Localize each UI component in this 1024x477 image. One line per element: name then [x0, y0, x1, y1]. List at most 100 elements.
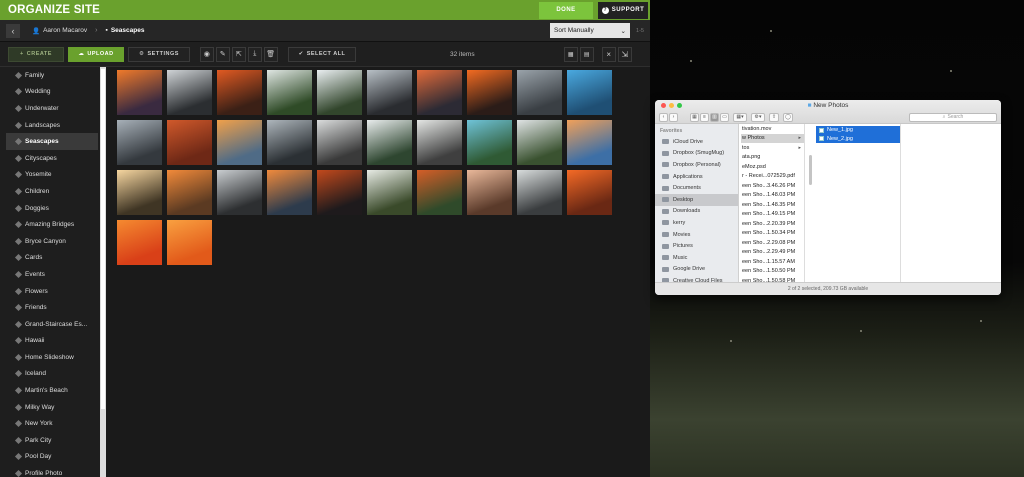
done-button[interactable]: DONE	[539, 1, 593, 19]
sidebar-item[interactable]: Bryce Canyon	[0, 233, 98, 250]
share-button[interactable]: ⇱	[232, 46, 246, 62]
file-item[interactable]: tivation.mov	[741, 124, 804, 134]
file-item[interactable]: ata.png	[741, 153, 804, 163]
photo-thumbnail[interactable]	[367, 70, 412, 115]
photo-thumbnail[interactable]	[467, 70, 512, 115]
photo-thumbnail[interactable]	[367, 170, 412, 215]
close-button[interactable]: ×	[602, 46, 616, 62]
sidebar-item[interactable]: Milky Way	[0, 399, 98, 416]
sidebar-item[interactable]: Friends	[0, 299, 98, 316]
file-item[interactable]: eMoz.psd	[741, 162, 804, 172]
photo-thumbnail[interactable]	[317, 120, 362, 165]
select-all-button[interactable]: ✔ SELECT ALL	[288, 46, 356, 62]
photo-thumbnail[interactable]	[417, 120, 462, 165]
finder-sidebar-item[interactable]: Movies	[655, 229, 738, 241]
upload-button[interactable]: ☁ UPLOAD	[68, 46, 124, 62]
sidebar-item[interactable]: Seascapes	[6, 133, 98, 150]
finder-sidebar-item[interactable]: kerry	[655, 217, 738, 229]
photo-thumbnail[interactable]	[267, 70, 312, 115]
file-item[interactable]: een Sho...2.29.08 PM	[741, 238, 804, 248]
photo-thumbnail[interactable]	[267, 170, 312, 215]
finder-sidebar-item[interactable]: Desktop	[655, 193, 738, 206]
sidebar-item[interactable]: Wedding	[0, 84, 98, 101]
finder-back-button[interactable]: ‹	[659, 112, 668, 122]
sidebar-item[interactable]: Cityscapes	[0, 150, 98, 167]
tag-button[interactable]: ◯	[783, 112, 793, 122]
delete-button[interactable]: 🗑	[264, 46, 278, 62]
finder-search-input[interactable]: ⌕ Search	[909, 112, 997, 122]
sidebar-item[interactable]: Profile Photo	[0, 465, 98, 477]
sidebar-item[interactable]: Grand-Staircase Es...	[0, 316, 98, 333]
finder-sidebar-item[interactable]: Google Drive	[655, 264, 738, 276]
column-view-button[interactable]: ▥	[710, 112, 719, 122]
photo-thumbnail[interactable]	[167, 120, 212, 165]
sidebar-item[interactable]: Iceland	[0, 366, 98, 383]
photo-thumbnail[interactable]	[367, 120, 412, 165]
sidebar-item[interactable]: New York	[0, 415, 98, 432]
photo-thumbnail[interactable]	[317, 170, 362, 215]
finder-sidebar-item[interactable]: Pictures	[655, 240, 738, 252]
breadcrumb-gallery[interactable]: ▪ Seascapes	[106, 27, 145, 34]
finder-sidebar-item[interactable]: Dropbox (SmugMug)	[655, 148, 738, 160]
sidebar-item[interactable]: Martin's Beach	[0, 382, 98, 399]
photo-thumbnail[interactable]	[567, 120, 612, 165]
action-button[interactable]: ⚙▾	[751, 112, 765, 122]
finder-share-button[interactable]: ⇧	[769, 112, 779, 122]
photo-thumbnail[interactable]	[167, 70, 212, 115]
photo-thumbnail[interactable]	[517, 170, 562, 215]
photo-thumbnail[interactable]	[517, 70, 562, 115]
sidebar-item[interactable]: Amazing Bridges	[0, 216, 98, 233]
photo-thumbnail[interactable]	[417, 170, 462, 215]
photo-thumbnail[interactable]	[317, 70, 362, 115]
photo-thumbnail[interactable]	[567, 70, 612, 115]
file-item-selected[interactable]: New_1.jpg	[816, 126, 900, 135]
photo-thumbnail[interactable]	[517, 120, 562, 165]
visibility-button[interactable]: ◉	[200, 46, 214, 62]
photo-thumbnail[interactable]	[117, 170, 162, 215]
back-button[interactable]: ‹	[6, 23, 20, 38]
photo-thumbnail[interactable]	[217, 170, 262, 215]
photo-thumbnail[interactable]	[417, 70, 462, 115]
sidebar-item[interactable]: Underwater	[0, 100, 98, 117]
sidebar-item[interactable]: Family	[0, 67, 98, 84]
support-button[interactable]: ? SUPPORT	[598, 1, 648, 19]
photo-thumbnail[interactable]	[217, 70, 262, 115]
file-item[interactable]: een Sho...1.50.34 PM	[741, 229, 804, 239]
file-item[interactable]: een Sho...1.15.57 AM	[741, 257, 804, 267]
sidebar-item[interactable]: Yosemite	[0, 167, 98, 184]
photo-thumbnail[interactable]	[467, 120, 512, 165]
file-item[interactable]: een Sho...1.49.15 PM	[741, 210, 804, 220]
settings-button[interactable]: ⚙ SETTINGS	[128, 46, 190, 62]
sidebar-item[interactable]: Landscapes	[0, 117, 98, 134]
file-item[interactable]: een Sho...1.48.35 PM	[741, 200, 804, 210]
breadcrumb-user[interactable]: 👤 Aaron Macarov	[32, 27, 87, 35]
list-view-button[interactable]: ≡	[700, 112, 709, 122]
column-scrollbar[interactable]	[809, 155, 812, 185]
sort-select[interactable]: Sort Manually ⌄	[550, 23, 630, 38]
collapse-button[interactable]: ⇲	[618, 46, 632, 62]
file-item[interactable]: een Sho...3.46.26 PM	[741, 181, 804, 191]
finder-sidebar-item[interactable]: Dropbox (Personal)	[655, 159, 738, 171]
file-item-selected[interactable]: New_2.jpg	[816, 134, 900, 143]
file-item[interactable]: tos ▸	[741, 143, 804, 153]
sidebar-item[interactable]: Doggies	[0, 200, 98, 217]
photo-thumbnail[interactable]	[217, 120, 262, 165]
finder-sidebar-item[interactable]: Documents	[655, 182, 738, 194]
sidebar-item[interactable]: Events	[0, 266, 98, 283]
finder-sidebar-item[interactable]: Applications	[655, 171, 738, 183]
create-button[interactable]: + CREATE	[8, 46, 64, 62]
list-view-button[interactable]: ▤	[580, 46, 594, 62]
sidebar-item[interactable]: Park City	[0, 432, 98, 449]
file-item[interactable]: een Sho...2.29.49 PM	[741, 248, 804, 258]
sidebar-scrollbar[interactable]	[100, 67, 106, 477]
photo-thumbnail[interactable]	[467, 170, 512, 215]
photo-thumbnail[interactable]	[117, 220, 162, 265]
file-item[interactable]: een Sho...1.48.03 PM	[741, 191, 804, 201]
finder-sidebar-item[interactable]: Music	[655, 252, 738, 264]
photo-thumbnail[interactable]	[167, 170, 212, 215]
download-button[interactable]: ⤓	[248, 46, 262, 62]
sidebar-item[interactable]: Cards	[0, 250, 98, 267]
edit-button[interactable]: ✎	[216, 46, 230, 62]
photo-thumbnail[interactable]	[117, 120, 162, 165]
sidebar-item[interactable]: Home Slideshow	[0, 349, 98, 366]
